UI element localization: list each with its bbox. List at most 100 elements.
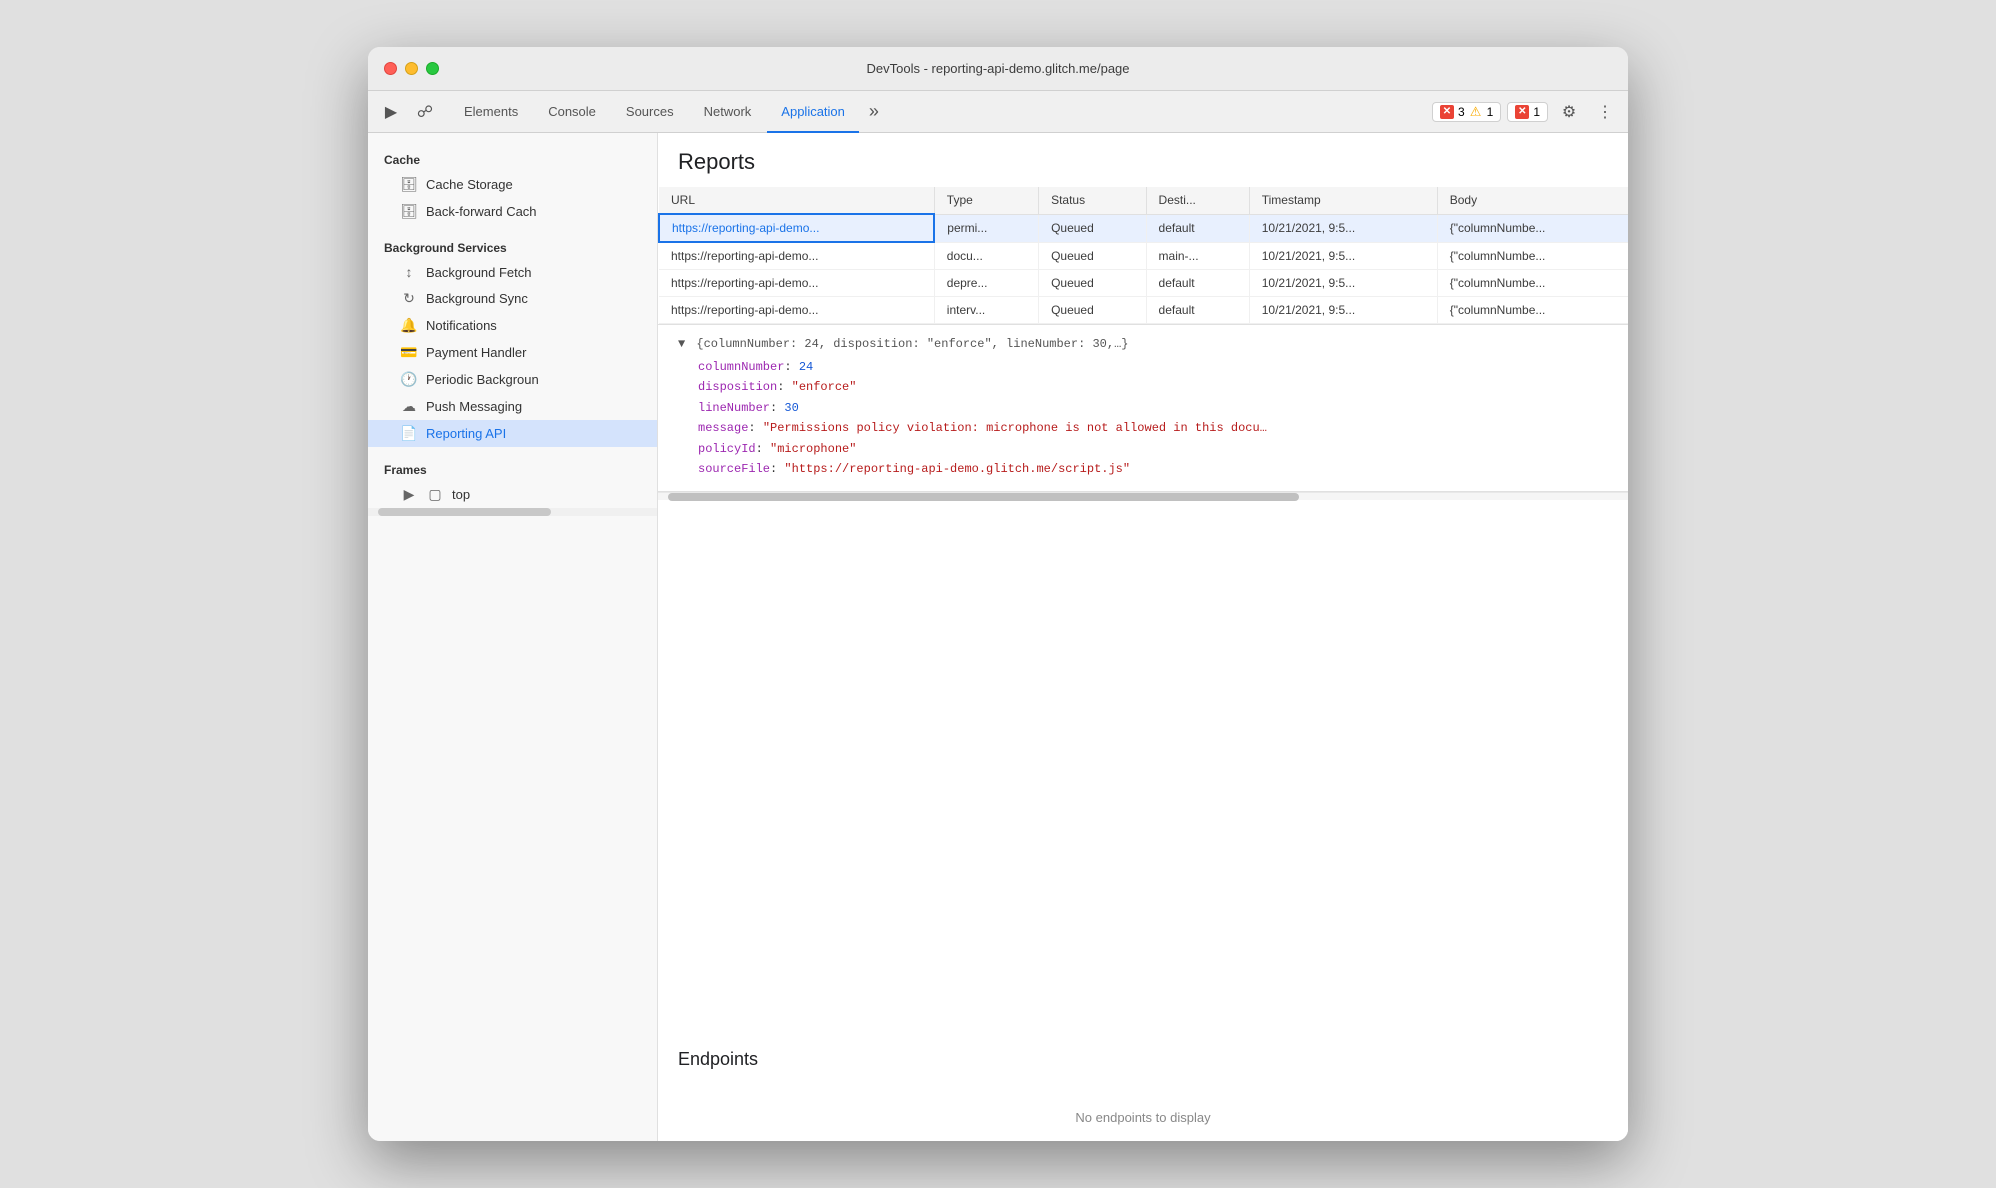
horizontal-scrollbar[interactable] (658, 492, 1628, 500)
reports-table-container: URL Type Status Desti... Timestamp Body … (658, 187, 1628, 325)
detail-value: "microphone" (770, 442, 856, 456)
tab-sources[interactable]: Sources (612, 92, 688, 133)
col-destination[interactable]: Desti... (1146, 187, 1249, 214)
tab-console[interactable]: Console (534, 92, 610, 133)
cell-body: {"columnNumbe... (1437, 270, 1628, 297)
cell-status: Queued (1039, 270, 1146, 297)
detail-line: lineNumber: 30 (698, 398, 1608, 418)
col-body[interactable]: Body (1437, 187, 1628, 214)
cell-timestamp: 10/21/2021, 9:5... (1249, 214, 1437, 242)
cell-destination: default (1146, 214, 1249, 242)
toolbar-icons: ▶ ☍ (376, 91, 440, 132)
reports-section: Reports URL Type Status Desti... Timesta… (658, 133, 1628, 1033)
cell-type: depre... (934, 270, 1038, 297)
sidebar-item-background-sync[interactable]: ↻ Background Sync (368, 285, 657, 312)
cell-destination: default (1146, 270, 1249, 297)
tab-application[interactable]: Application (767, 92, 859, 133)
sidebar-scroll-thumb (378, 508, 551, 516)
sidebar-item-push-messaging[interactable]: ☁ Push Messaging (368, 393, 657, 420)
error-icon-2: ✕ (1515, 105, 1529, 119)
cursor-icon-button[interactable]: ▶ (376, 97, 406, 127)
file-icon: 📄 (400, 425, 418, 442)
bell-icon: 🔔 (400, 317, 418, 334)
more-options-button[interactable]: ⋮ (1590, 97, 1620, 127)
triangle-icon: ▶ (400, 486, 418, 503)
maximize-button[interactable] (426, 62, 439, 75)
detail-key: columnNumber (698, 360, 784, 374)
col-status[interactable]: Status (1039, 187, 1146, 214)
cell-destination: main-... (1146, 242, 1249, 270)
payment-icon: 💳 (400, 344, 418, 361)
content-area: Reports URL Type Status Desti... Timesta… (658, 133, 1628, 1141)
detail-key: policyId (698, 442, 756, 456)
detail-line: policyId: "microphone" (698, 439, 1608, 459)
detail-line: message: "Permissions policy violation: … (698, 418, 1608, 438)
endpoints-title: Endpoints (678, 1049, 1608, 1070)
cell-url: https://reporting-api-demo... (659, 297, 934, 324)
fetch-icon: ↕ (400, 264, 418, 280)
table-row[interactable]: https://reporting-api-demo...depre...Que… (659, 270, 1628, 297)
detail-key: lineNumber (698, 401, 770, 415)
main-layout: Cache 🗄 Cache Storage 🗄 Back-forward Cac… (368, 133, 1628, 1141)
window-title: DevTools - reporting-api-demo.glitch.me/… (866, 61, 1129, 76)
sidebar-item-reporting-api[interactable]: 📄 Reporting API (368, 420, 657, 447)
sidebar-item-notifications[interactable]: 🔔 Notifications (368, 312, 657, 339)
no-endpoints-text: No endpoints to display (678, 1110, 1608, 1125)
cloud-icon: ☁ (400, 398, 418, 415)
cell-status: Queued (1039, 297, 1146, 324)
reports-title: Reports (658, 133, 1628, 187)
tab-network[interactable]: Network (690, 92, 766, 133)
expand-arrow[interactable]: ▼ (678, 337, 685, 351)
detail-line: columnNumber: 24 (698, 357, 1608, 377)
traffic-lights (384, 62, 439, 75)
cell-type: docu... (934, 242, 1038, 270)
scrollbar-thumb (668, 493, 1299, 501)
cell-type: interv... (934, 297, 1038, 324)
cell-body: {"columnNumbe... (1437, 242, 1628, 270)
sidebar-scrollbar[interactable] (368, 508, 657, 516)
col-url[interactable]: URL (659, 187, 934, 214)
detail-panel: ▼ {columnNumber: 24, disposition: "enfor… (658, 325, 1628, 492)
frames-section-header: Frames (368, 455, 657, 481)
error-count-2: 1 (1533, 105, 1540, 119)
reports-table: URL Type Status Desti... Timestamp Body … (658, 187, 1628, 324)
detail-key: disposition (698, 380, 777, 394)
sidebar-item-periodic-background[interactable]: 🕐 Periodic Backgroun (368, 366, 657, 393)
table-row[interactable]: https://reporting-api-demo...docu...Queu… (659, 242, 1628, 270)
sidebar-item-payment-handler[interactable]: 💳 Payment Handler (368, 339, 657, 366)
detail-value: 24 (799, 360, 813, 374)
table-row[interactable]: https://reporting-api-demo...permi...Que… (659, 214, 1628, 242)
more-tabs-button[interactable]: » (861, 91, 887, 132)
sidebar-item-cache-storage[interactable]: 🗄 Cache Storage (368, 171, 657, 198)
table-header-row: URL Type Status Desti... Timestamp Body (659, 187, 1628, 214)
tab-elements[interactable]: Elements (450, 92, 532, 133)
database-icon: 🗄 (400, 176, 418, 193)
close-button[interactable] (384, 62, 397, 75)
settings-button[interactable]: ⚙ (1554, 97, 1584, 127)
minimize-button[interactable] (405, 62, 418, 75)
table-row[interactable]: https://reporting-api-demo...interv...Qu… (659, 297, 1628, 324)
detail-value: 30 (784, 401, 798, 415)
cell-timestamp: 10/21/2021, 9:5... (1249, 297, 1437, 324)
toolbar-right: ✕ 3 ⚠ 1 ✕ 1 ⚙ ⋮ (1432, 91, 1620, 132)
cell-destination: default (1146, 297, 1249, 324)
cell-timestamp: 10/21/2021, 9:5... (1249, 270, 1437, 297)
clock-icon: 🕐 (400, 371, 418, 388)
sidebar-item-back-forward[interactable]: 🗄 Back-forward Cach (368, 198, 657, 225)
error-badge-2[interactable]: ✕ 1 (1507, 102, 1548, 122)
detail-line: disposition: "enforce" (698, 377, 1608, 397)
col-type[interactable]: Type (934, 187, 1038, 214)
device-icon-button[interactable]: ☍ (410, 97, 440, 127)
title-bar: DevTools - reporting-api-demo.glitch.me/… (368, 47, 1628, 91)
error-badge-1[interactable]: ✕ 3 ⚠ 1 (1432, 102, 1501, 122)
database-icon-2: 🗄 (400, 203, 418, 220)
cell-url: https://reporting-api-demo... (659, 214, 934, 242)
cell-timestamp: 10/21/2021, 9:5... (1249, 242, 1437, 270)
sidebar-item-background-fetch[interactable]: ↕ Background Fetch (368, 259, 657, 285)
col-timestamp[interactable]: Timestamp (1249, 187, 1437, 214)
detail-value: "https://reporting-api-demo.glitch.me/sc… (784, 462, 1130, 476)
detail-value: "Permissions policy violation: microphon… (763, 421, 1267, 435)
background-services-header: Background Services (368, 233, 657, 259)
sidebar-item-top-frame[interactable]: ▶ ▢ top (368, 481, 657, 508)
frame-icon: ▢ (426, 486, 444, 503)
